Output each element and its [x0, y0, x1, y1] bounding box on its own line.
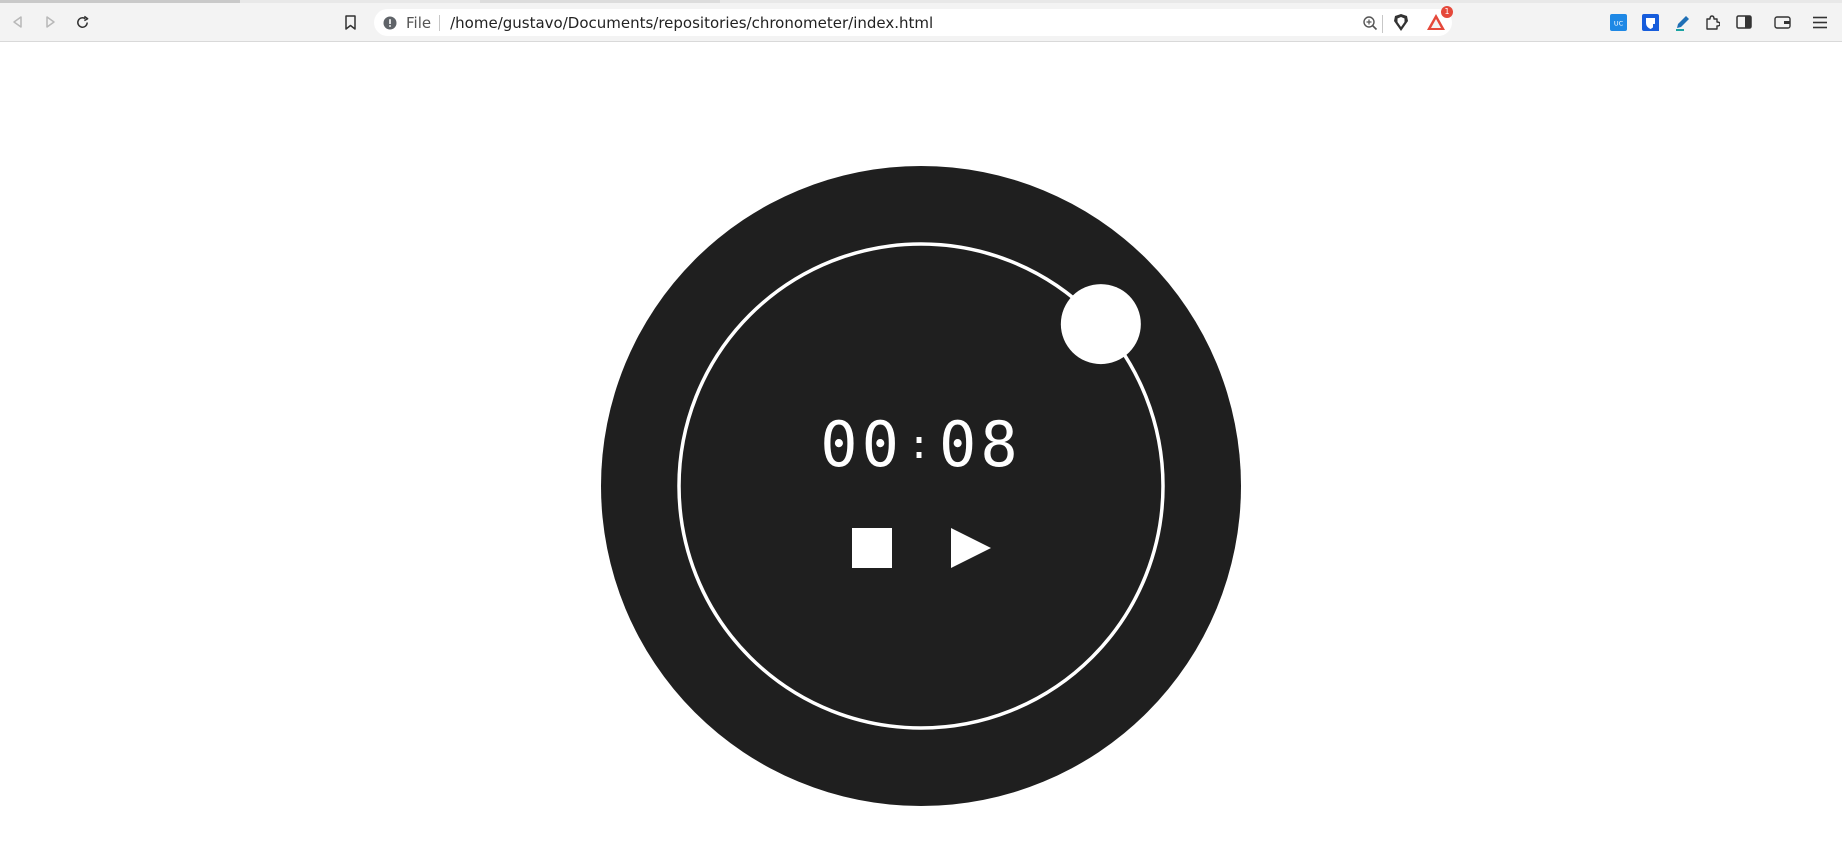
- extension-uc-button[interactable]: UC: [1606, 10, 1630, 34]
- address-bar[interactable]: File /home/gustavo/Documents/repositorie…: [374, 9, 1452, 36]
- time-display: 00:08: [601, 410, 1241, 480]
- play-button[interactable]: [951, 528, 991, 568]
- extensions-puzzle-icon: [1706, 15, 1720, 30]
- extensions-button[interactable]: [1700, 10, 1724, 34]
- menu-icon: [1813, 16, 1827, 28]
- progress-knob[interactable]: [1060, 284, 1141, 365]
- bookmark-icon: [344, 14, 356, 30]
- brave-shield-icon: [1394, 13, 1408, 31]
- seconds-display: 08: [939, 408, 1022, 481]
- brave-rewards-button[interactable]: 1: [1424, 6, 1453, 34]
- info-icon[interactable]: [383, 16, 397, 30]
- address-separator: [439, 14, 441, 31]
- menu-button[interactable]: [1808, 10, 1832, 34]
- sidebar-button[interactable]: [1732, 10, 1756, 34]
- bookmark-button[interactable]: [338, 10, 362, 34]
- reload-button[interactable]: [70, 10, 94, 34]
- controls: [601, 528, 1241, 570]
- back-button[interactable]: [6, 10, 30, 34]
- zoom-icon[interactable]: [1362, 15, 1378, 31]
- back-icon: [13, 16, 22, 28]
- stop-button[interactable]: [852, 528, 892, 568]
- forward-icon: [46, 16, 55, 28]
- brave-shield-button[interactable]: [1389, 10, 1413, 34]
- extension-pen-icon: [1675, 15, 1689, 31]
- forward-button[interactable]: [38, 10, 62, 34]
- extension-bitwarden-button[interactable]: [1638, 10, 1662, 34]
- chronometer-dial: 00:08: [601, 166, 1241, 806]
- reload-icon: [76, 15, 88, 28]
- time-separator: :: [906, 422, 936, 468]
- toolbar-separator: [1382, 15, 1383, 33]
- extension-pen-button[interactable]: [1670, 10, 1694, 34]
- wallet-icon: [1773, 16, 1791, 29]
- extension-uc-icon: UC: [1609, 13, 1627, 31]
- minutes-display: 00: [820, 408, 903, 481]
- extension-bitwarden-icon: [1641, 13, 1659, 31]
- sidebar-icon: [1736, 15, 1752, 29]
- address-scheme: File: [406, 13, 432, 32]
- address-url[interactable]: /home/gustavo/Documents/repositories/chr…: [450, 14, 933, 32]
- progress-ring: [677, 242, 1165, 730]
- svg-text:UC: UC: [1613, 19, 1623, 27]
- browser-toolbar: File /home/gustavo/Documents/repositorie…: [0, 3, 1842, 42]
- wallet-button[interactable]: [1770, 10, 1794, 34]
- notification-badge: 1: [1441, 6, 1453, 18]
